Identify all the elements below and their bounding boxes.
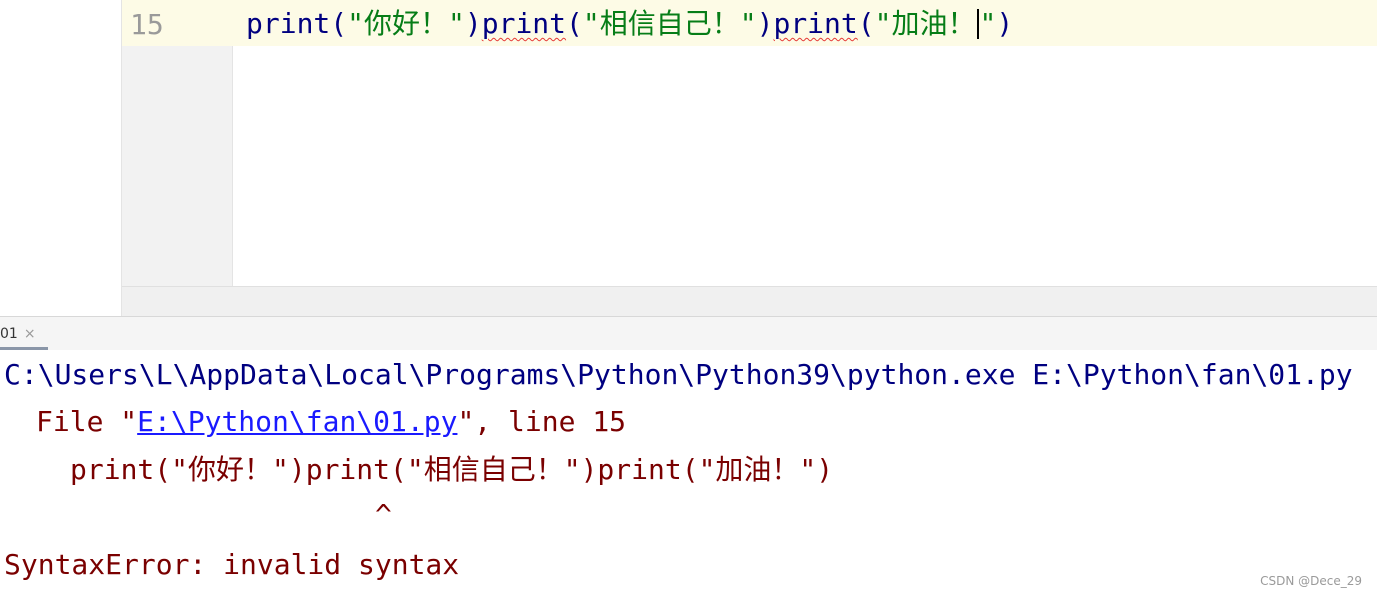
string-quote: " <box>979 7 997 40</box>
open-paren: ( <box>857 7 875 40</box>
syntax-error-message: SyntaxError: invalid syntax <box>4 548 460 581</box>
close-paren: ) <box>464 7 482 40</box>
run-tab-bar: 01 × <box>0 316 1377 351</box>
traceback-code-echo: print("你好！")print("相信自己！")print("加油！") <box>70 453 834 486</box>
open-paren: ( <box>566 7 583 40</box>
close-paren: ) <box>996 7 1014 40</box>
print-keyword-error: print <box>773 7 858 40</box>
project-panel-edge <box>0 0 122 316</box>
print-keyword: print <box>246 7 331 40</box>
console-command-line: C:\Users\L\AppData\Local\Programs\Python… <box>4 358 1353 391</box>
code-line[interactable]: print("你好！")print("相信自己！")print("加油！ ") <box>246 6 1013 42</box>
file-prefix: File " <box>36 405 138 438</box>
string-literal: "相信自己！" <box>582 7 757 40</box>
string-literal: "加油！ <box>874 7 976 40</box>
open-paren: ( <box>330 7 348 40</box>
close-icon[interactable]: × <box>24 326 36 342</box>
print-keyword-error: print <box>481 7 567 40</box>
close-paren: ) <box>756 7 774 40</box>
horizontal-scrollbar[interactable] <box>122 286 1377 316</box>
file-path-link[interactable]: E:\Python\fan\01.py <box>137 405 457 438</box>
watermark: CSDN @Dece_29 <box>1260 574 1362 588</box>
string-literal: "你好！" <box>347 7 465 40</box>
run-tab-01[interactable]: 01 × <box>0 317 48 350</box>
traceback-file-line: File "E:\Python\fan\01.py", line 15 <box>36 404 626 440</box>
run-tab-label: 01 <box>0 325 18 342</box>
error-caret-marker: ^ <box>375 498 392 531</box>
file-suffix: ", line 15 <box>457 405 627 438</box>
line-number: 15 <box>130 8 164 41</box>
